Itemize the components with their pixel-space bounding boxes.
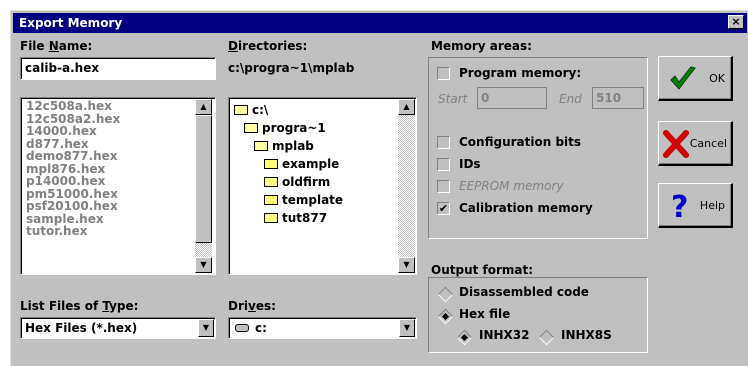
configuration-bits-checkbox[interactable] <box>437 136 450 149</box>
cancel-label: Cancel <box>689 137 727 150</box>
memory-areas-title: Memory areas: <box>431 39 532 53</box>
inhx32-label: INHX32 <box>479 328 530 342</box>
directory-list[interactable]: c:\ progra~1 mplab example oldfirm template tu… <box>228 97 417 275</box>
chevron-down-icon[interactable]: ▼ <box>198 319 214 337</box>
export-memory-dialog: Export Memory × File Name: calib-a.hex 1… <box>10 10 748 366</box>
eeprom-memory-checkbox <box>437 180 450 193</box>
directory-item-label: progra~1 <box>262 121 326 135</box>
eeprom-memory-label: EEPROM memory <box>459 179 564 193</box>
drives-select[interactable]: c: ▼ <box>228 317 417 339</box>
directory-item-label: tut877 <box>282 211 328 225</box>
directory-item-label: template <box>282 193 344 207</box>
check-icon: ✔ <box>438 202 449 215</box>
help-button[interactable]: ? Help <box>658 183 733 228</box>
list-item[interactable]: p14000.hex <box>22 175 194 188</box>
memory-areas-group: Program memory: Start 0 End 510 Configur… <box>428 57 648 239</box>
output-format-title: Output format: <box>431 263 534 277</box>
folder-icon <box>264 195 278 205</box>
checkmark-icon <box>670 66 696 90</box>
list-item[interactable]: 14000.hex <box>22 125 194 138</box>
folder-icon <box>264 159 278 169</box>
directory-item[interactable]: oldfirm <box>264 175 330 189</box>
directory-item-label: c:\ <box>252 103 269 117</box>
file-list[interactable]: 12c508a.hex 12c508a2.hex 14000.hex d877.hex… <box>20 97 216 275</box>
list-type-value: Hex Files (*.hex) <box>25 321 138 335</box>
list-type-select[interactable]: Hex Files (*.hex) ▼ <box>20 317 216 339</box>
directory-item[interactable]: c:\ <box>234 103 268 117</box>
close-button[interactable]: × <box>728 15 744 29</box>
directory-item-label: oldfirm <box>282 175 331 189</box>
open-folder-icon <box>234 105 248 115</box>
open-folder-icon <box>254 141 268 151</box>
scroll-up-icon[interactable]: ▲ <box>195 99 212 115</box>
svg-text:?: ? <box>671 190 688 223</box>
disassembled-label: Disassembled code <box>459 285 589 299</box>
ids-label: IDs <box>459 157 481 171</box>
inhx32-radio[interactable] <box>456 329 473 346</box>
start-value: 0 <box>481 91 490 105</box>
ok-label: OK <box>709 72 725 85</box>
chevron-down-icon[interactable]: ▼ <box>399 319 415 337</box>
title-bar[interactable]: Export Memory × <box>13 13 747 33</box>
file-list-scrollbar[interactable]: ▲ ▼ <box>195 99 212 273</box>
ids-checkbox[interactable] <box>437 158 450 171</box>
scroll-down-icon[interactable]: ▼ <box>398 257 415 273</box>
inhx8s-label: INHX8S <box>561 328 612 342</box>
current-path: c:\progra~1\mplab <box>228 61 355 75</box>
open-folder-icon <box>244 123 258 133</box>
directory-item-label: example <box>282 157 340 171</box>
hex-file-label: Hex file <box>459 307 511 321</box>
directories-label: Directories: <box>228 39 308 53</box>
calibration-memory-checkbox[interactable]: ✔ <box>437 202 450 215</box>
window-title: Export Memory <box>19 16 123 30</box>
directory-item[interactable]: progra~1 <box>244 121 326 135</box>
directory-item[interactable]: example <box>264 157 339 171</box>
calibration-memory-label: Calibration memory <box>459 201 593 215</box>
list-item[interactable]: demo877.hex <box>22 150 194 163</box>
list-type-label: List Files of Type: <box>20 299 139 313</box>
ok-button[interactable]: OK <box>658 56 733 101</box>
folder-icon <box>264 213 278 223</box>
directory-item[interactable]: template <box>264 193 343 207</box>
start-input[interactable]: 0 <box>477 87 547 109</box>
end-value: 510 <box>596 91 622 105</box>
start-label: Start <box>438 92 468 106</box>
configuration-bits-label: Configuration bits <box>459 135 582 149</box>
directory-item[interactable]: tut877 <box>264 211 327 225</box>
drive-icon <box>235 324 249 332</box>
end-input[interactable]: 510 <box>592 87 644 109</box>
scroll-thumb[interactable] <box>195 115 212 243</box>
question-mark-icon: ? <box>671 190 688 223</box>
disassembled-radio[interactable] <box>437 286 454 303</box>
cancel-x-icon <box>663 130 689 158</box>
directory-item[interactable]: mplab <box>254 139 314 153</box>
help-label: Help <box>699 199 725 212</box>
scroll-up-icon[interactable]: ▲ <box>398 99 415 115</box>
cancel-button[interactable]: Cancel <box>658 121 733 166</box>
list-item[interactable]: 12c508a.hex <box>22 100 194 113</box>
folder-icon <box>264 177 278 187</box>
inhx8s-radio[interactable] <box>538 329 555 346</box>
list-item[interactable]: tutor.hex <box>22 225 194 238</box>
directory-list-scrollbar[interactable]: ▲ ▼ <box>398 99 415 273</box>
program-memory-checkbox[interactable] <box>437 67 450 80</box>
directory-item-label: mplab <box>272 139 314 153</box>
close-icon: × <box>731 15 741 28</box>
file-name-input[interactable]: calib-a.hex <box>20 57 216 80</box>
drives-label: Drives: <box>228 299 276 313</box>
program-memory-label: Program memory: <box>459 66 582 80</box>
end-label: End <box>559 92 582 106</box>
scroll-down-icon[interactable]: ▼ <box>195 257 212 273</box>
file-name-value: calib-a.hex <box>25 61 100 75</box>
drives-value: c: <box>255 321 267 335</box>
list-item[interactable]: psf20100.hex <box>22 200 194 213</box>
output-format-group: Disassembled code Hex file INHX32 INHX8S <box>428 277 648 353</box>
hex-file-radio[interactable] <box>437 308 454 325</box>
file-name-label: File Name: <box>20 39 93 53</box>
